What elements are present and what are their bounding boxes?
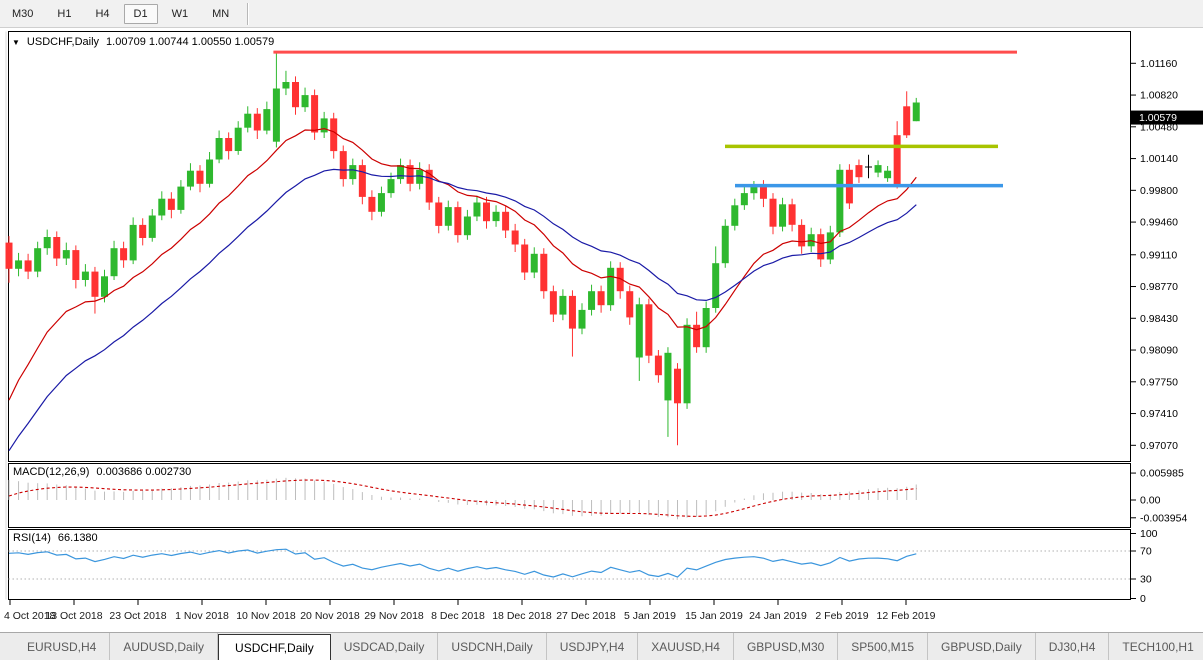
svg-text:23 Oct 2018: 23 Oct 2018 [109, 610, 166, 622]
svg-text:1.00820: 1.00820 [1140, 90, 1178, 102]
svg-text:0.97410: 0.97410 [1140, 408, 1178, 420]
svg-text:0.99800: 0.99800 [1140, 185, 1178, 197]
rsi-panel-title: RSI(14) 66.1380 [13, 532, 98, 544]
svg-text:30: 30 [1140, 574, 1152, 586]
svg-text:0.99460: 0.99460 [1140, 217, 1178, 229]
rsi-axis: 100 70 30 0 [1130, 528, 1158, 605]
chart-tab-gbpusd-m30[interactable]: GBPUSD,M30 [734, 633, 839, 660]
svg-text:2 Feb 2019: 2 Feb 2019 [815, 610, 868, 622]
macd-panel-title: MACD(12,26,9) 0.003686 0.002730 [13, 466, 191, 478]
chart-tab-audusd-daily[interactable]: AUDUSD,Daily [110, 633, 219, 660]
svg-text:70: 70 [1140, 546, 1152, 558]
svg-text:0.98090: 0.98090 [1140, 345, 1178, 357]
macd-axis: 0.005985 0.00 -0.003954 [1130, 468, 1187, 524]
chart-tab-bar: EURUSD,H4 AUDUSD,Daily USDCHF,Daily USDCAD,… [0, 632, 1203, 660]
svg-text:18 Dec 2018: 18 Dec 2018 [492, 610, 552, 622]
svg-text:-0.003954: -0.003954 [1140, 512, 1187, 524]
rsi-value: 66.1380 [57, 532, 98, 544]
chart-tab-eurusd-h4[interactable]: EURUSD,H4 [14, 633, 111, 660]
svg-text:0.99110: 0.99110 [1140, 249, 1177, 261]
svg-text:27 Dec 2018: 27 Dec 2018 [556, 610, 616, 622]
svg-text:0.97750: 0.97750 [1140, 376, 1178, 388]
date-axis: 4 Oct 201813 Oct 2018 23 Oct 2018 1 Nov 20… [4, 599, 936, 622]
chart-window: 1.01160 1.00820 1.00480 1.00140 0.99800 0.994… [0, 0, 1203, 632]
macd-values: 0.003686 0.002730 [96, 466, 192, 478]
svg-text:0.005985: 0.005985 [1140, 468, 1184, 480]
svg-text:0.98430: 0.98430 [1140, 313, 1178, 325]
chart-symbol-line: ▼ USDCHF,Daily 1.00709 1.00744 1.00550 1… [12, 36, 274, 48]
svg-text:29 Nov 2018: 29 Nov 2018 [364, 610, 424, 622]
svg-text:12 Feb 2019: 12 Feb 2019 [877, 610, 936, 622]
svg-text:0.00: 0.00 [1140, 495, 1161, 507]
trading-terminal: M30 H1 H4 D1 W1 MN 1.01160 1.00820 1.00480 1.001… [0, 0, 1203, 660]
svg-text:0: 0 [1140, 593, 1146, 605]
svg-text:0.98770: 0.98770 [1140, 281, 1178, 293]
svg-text:13 Oct 2018: 13 Oct 2018 [45, 610, 102, 622]
current-price-text: 1.00579 [1139, 112, 1177, 124]
macd-label: MACD(12,26,9) [13, 466, 90, 478]
chart-tab-dj30-h4[interactable]: DJ30,H4 [1036, 633, 1110, 660]
chart-tab-tech100-h1[interactable]: TECH100,H1 [1109, 633, 1203, 660]
price-pane [8, 31, 1131, 462]
svg-text:1.00140: 1.00140 [1140, 153, 1178, 165]
chart-ohlc-values: 1.00709 1.00744 1.00550 1.00579 [106, 36, 275, 48]
svg-text:1.01160: 1.01160 [1140, 58, 1177, 70]
rsi-pane [8, 529, 1131, 600]
svg-text:15 Jan 2019: 15 Jan 2019 [685, 610, 743, 622]
svg-text:1 Nov 2018: 1 Nov 2018 [175, 610, 229, 622]
svg-text:0.97070: 0.97070 [1140, 440, 1178, 452]
chart-tab-xauusd-h4[interactable]: XAUUSD,H4 [638, 633, 734, 660]
chart-tab-usdcad-daily[interactable]: USDCAD,Daily [331, 633, 439, 660]
svg-text:24 Jan 2019: 24 Jan 2019 [749, 610, 807, 622]
svg-text:20 Nov 2018: 20 Nov 2018 [300, 610, 360, 622]
svg-text:100: 100 [1140, 528, 1158, 540]
chart-tab-sp500-m15[interactable]: SP500,M15 [838, 633, 929, 660]
symbol-dropdown-icon[interactable]: ▼ [12, 38, 20, 47]
svg-text:5 Jan 2019: 5 Jan 2019 [624, 610, 676, 622]
chart-canvas: 1.011601.008201.004801.001400.998000.994… [4, 31, 1203, 622]
chart-symbol-label: USDCHF,Daily [26, 36, 100, 48]
svg-text:10 Nov 2018: 10 Nov 2018 [236, 610, 296, 622]
chart-tab-usdjpy-h4[interactable]: USDJPY,H4 [547, 633, 639, 660]
svg-text:8 Dec 2018: 8 Dec 2018 [431, 610, 485, 622]
rsi-label: RSI(14) [13, 532, 51, 544]
chart-tab-gbpusd-daily[interactable]: GBPUSD,Daily [928, 633, 1036, 660]
chart-tab-usdchf-daily[interactable]: USDCHF,Daily [218, 634, 331, 660]
chart-tab-usdcnh-daily[interactable]: USDCNH,Daily [438, 633, 547, 660]
